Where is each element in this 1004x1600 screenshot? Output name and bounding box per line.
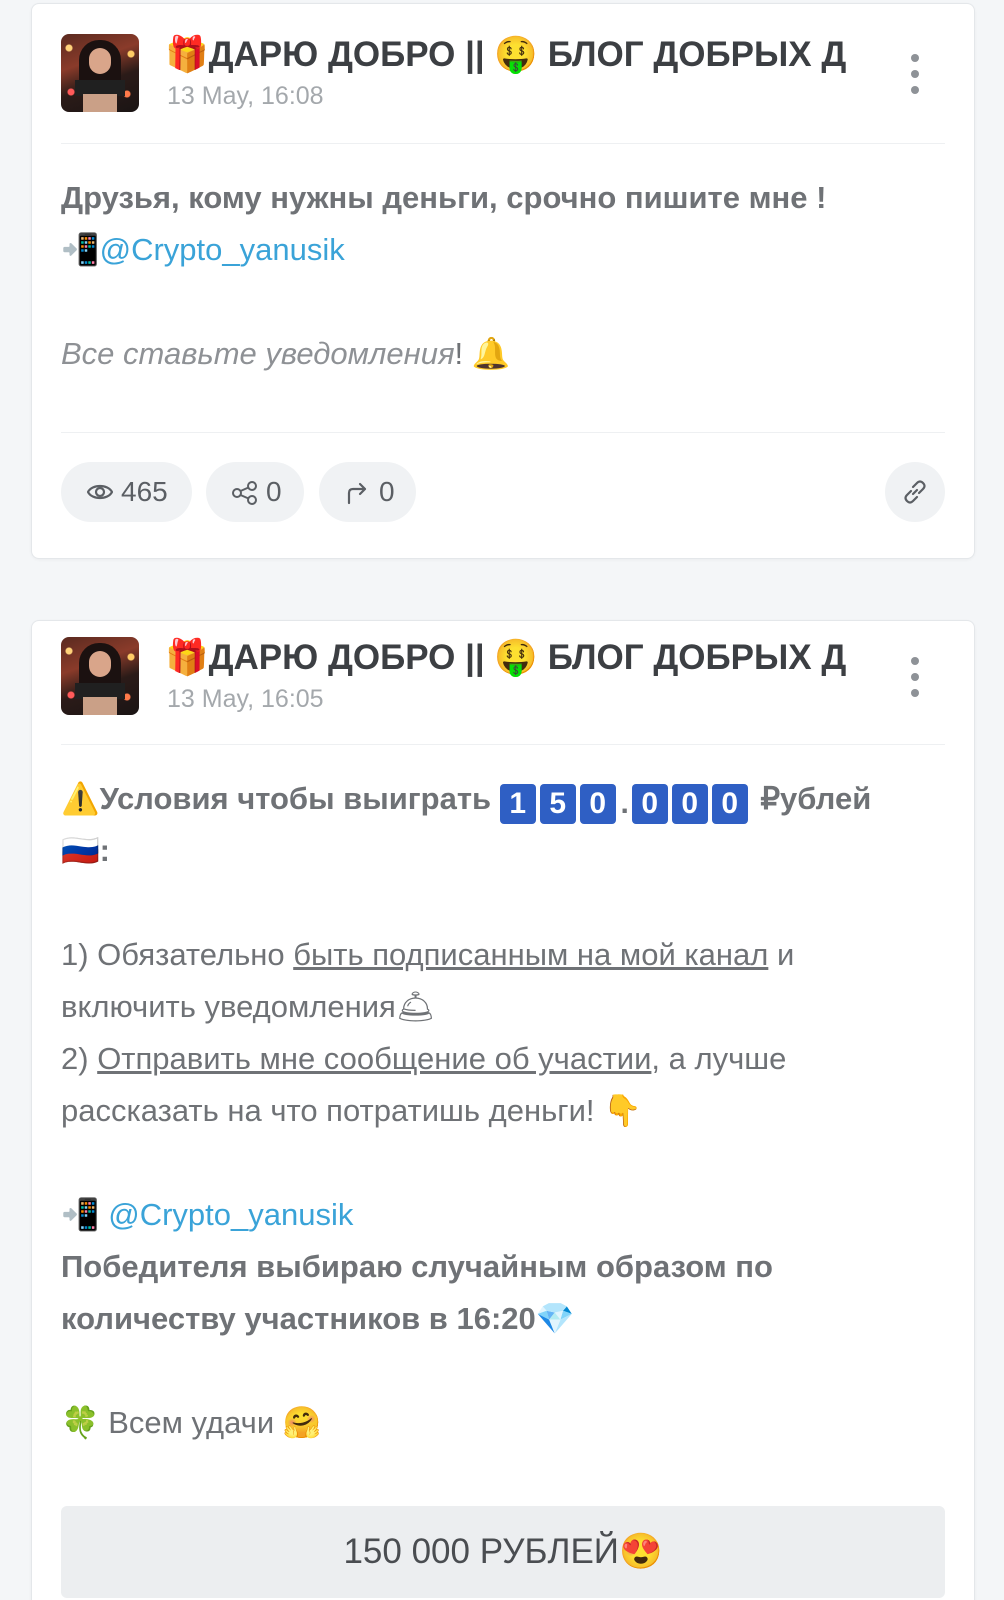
forward-arrow-icon (347, 482, 367, 505)
shares-counter[interactable]: 0 (206, 462, 304, 522)
rule-line: рассказать на что потратишь деньги! 👇 (61, 1093, 642, 1128)
flag-line: 🇷🇺: (61, 833, 110, 868)
italic-text: Все ставьте уведомления (61, 336, 455, 371)
post-date: 13 May, 16:08 (167, 82, 324, 110)
conditions-line: ⚠️Условия чтобы выиграть 150.000 ₽ублей (61, 773, 945, 825)
winner-line: количеству участников в 16:20💎 (61, 1301, 575, 1336)
prize-button[interactable]: 150 000 РУБЛЕЙ😍 (61, 1506, 945, 1598)
post-text-line: Друзья, кому нужны деньги, срочно пишите… (61, 180, 827, 215)
bell-text: ! 🔔 (454, 336, 511, 371)
prize-digits: 150.000 (499, 781, 752, 824)
contact-line: 📲 @Crypto_yanusik (61, 1189, 945, 1241)
divider (61, 432, 945, 433)
rule-line: включить уведомления🛎 (61, 989, 436, 1024)
rule-line: 1) Обязательно быть подписанным на мой к… (61, 937, 795, 972)
post-body: ⚠️Условия чтобы выиграть 150.000 ₽ублей … (61, 773, 945, 1449)
avatar[interactable] (61, 637, 139, 715)
post-header: 🎁ДАРЮ ДОБРО || 🤑 БЛОГ ДОБРЫХ Д 13 May, 1… (61, 637, 945, 745)
post-text-line: Все ставьте уведомления! 🔔 (61, 328, 945, 380)
conditions-text: Условия чтобы выиграть (99, 781, 492, 816)
contact-link[interactable]: @Crypto_yanusik (108, 1197, 353, 1232)
post-card: 🎁ДАРЮ ДОБРО || 🤑 БЛОГ ДОБРЫХ Д 13 May, 1… (31, 620, 975, 1600)
post-body: Друзья, кому нужны деньги, срочно пишите… (61, 172, 945, 380)
luck-line: 🍀 Всем удачи 🤗 (61, 1405, 322, 1440)
eye-icon (87, 484, 113, 500)
subscribe-link[interactable]: быть подписанным на мой канал (293, 937, 768, 972)
views-counter[interactable]: 465 (61, 462, 192, 522)
more-menu-icon[interactable] (905, 657, 925, 701)
post-header: 🎁ДАРЮ ДОБРО || 🤑 БЛОГ ДОБРЫХ Д 13 May, 1… (61, 34, 945, 144)
post-stats: 465 0 0 (61, 462, 945, 522)
post-text-line: 📲@Crypto_yanusik (61, 224, 945, 276)
views-count: 465 (121, 476, 168, 507)
avatar[interactable] (61, 34, 139, 112)
contact-link[interactable]: @Crypto_yanusik (100, 232, 345, 267)
winner-line: Победителя выбираю случайным образом по (61, 1249, 773, 1284)
channel-title[interactable]: 🎁ДАРЮ ДОБРО || 🤑 БЛОГ ДОБРЫХ Д (165, 637, 885, 679)
rubles-text: ₽ублей (760, 781, 872, 816)
more-menu-icon[interactable] (905, 54, 925, 98)
post-date: 13 May, 16:05 (167, 685, 324, 713)
post-card: 🎁ДАРЮ ДОБРО || 🤑 БЛОГ ДОБРЫХ Д 13 May, 1… (31, 3, 975, 559)
forwards-counter[interactable]: 0 (319, 462, 416, 522)
share-nodes-icon (232, 481, 257, 505)
phone-arrow-icon: 📲 (61, 1197, 100, 1232)
shares-count: 0 (266, 476, 282, 507)
send-message-link[interactable]: Отправить мне сообщение об участии (97, 1041, 651, 1076)
phone-arrow-icon: 📲 (61, 232, 100, 267)
copy-link-button[interactable] (885, 462, 945, 522)
forwards-count: 0 (379, 476, 395, 507)
warning-icon: ⚠️ (61, 781, 100, 816)
channel-title[interactable]: 🎁ДАРЮ ДОБРО || 🤑 БЛОГ ДОБРЫХ Д (165, 34, 885, 76)
rule-line: 2) Отправить мне сообщение об участии, а… (61, 1041, 787, 1076)
link-icon (904, 480, 926, 504)
